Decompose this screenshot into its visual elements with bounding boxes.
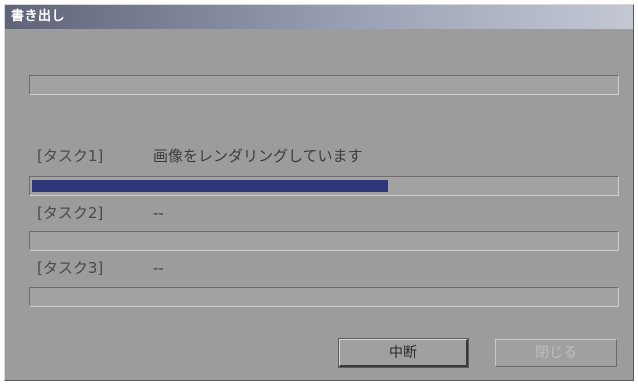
overall-progress-bar [29,75,619,95]
export-dialog: 書き出し [タスク1] 画像をレンダリングしています [タスク2] -- [タス… [4,4,634,381]
task-3-status: -- [153,259,164,277]
task-2-label: [タスク2] [37,204,104,222]
task-1-label: [タスク1] [37,147,104,165]
task-2-status: -- [153,204,164,222]
screen: 書き出し [タスク1] 画像をレンダリングしています [タスク2] -- [タス… [0,0,638,385]
title-bar[interactable]: 書き出し [5,5,633,29]
task-1-progress-fill [32,180,388,192]
task-1-status: 画像をレンダリングしています [153,147,363,165]
task-3-label: [タスク3] [37,259,104,277]
task-1-progress-bar [29,176,619,196]
window-title: 書き出し [11,9,66,24]
close-button[interactable]: 閉じる [495,339,617,367]
abort-button[interactable]: 中断 [338,338,469,368]
task-3-progress-bar [29,287,619,307]
task-2-progress-bar [29,231,619,251]
